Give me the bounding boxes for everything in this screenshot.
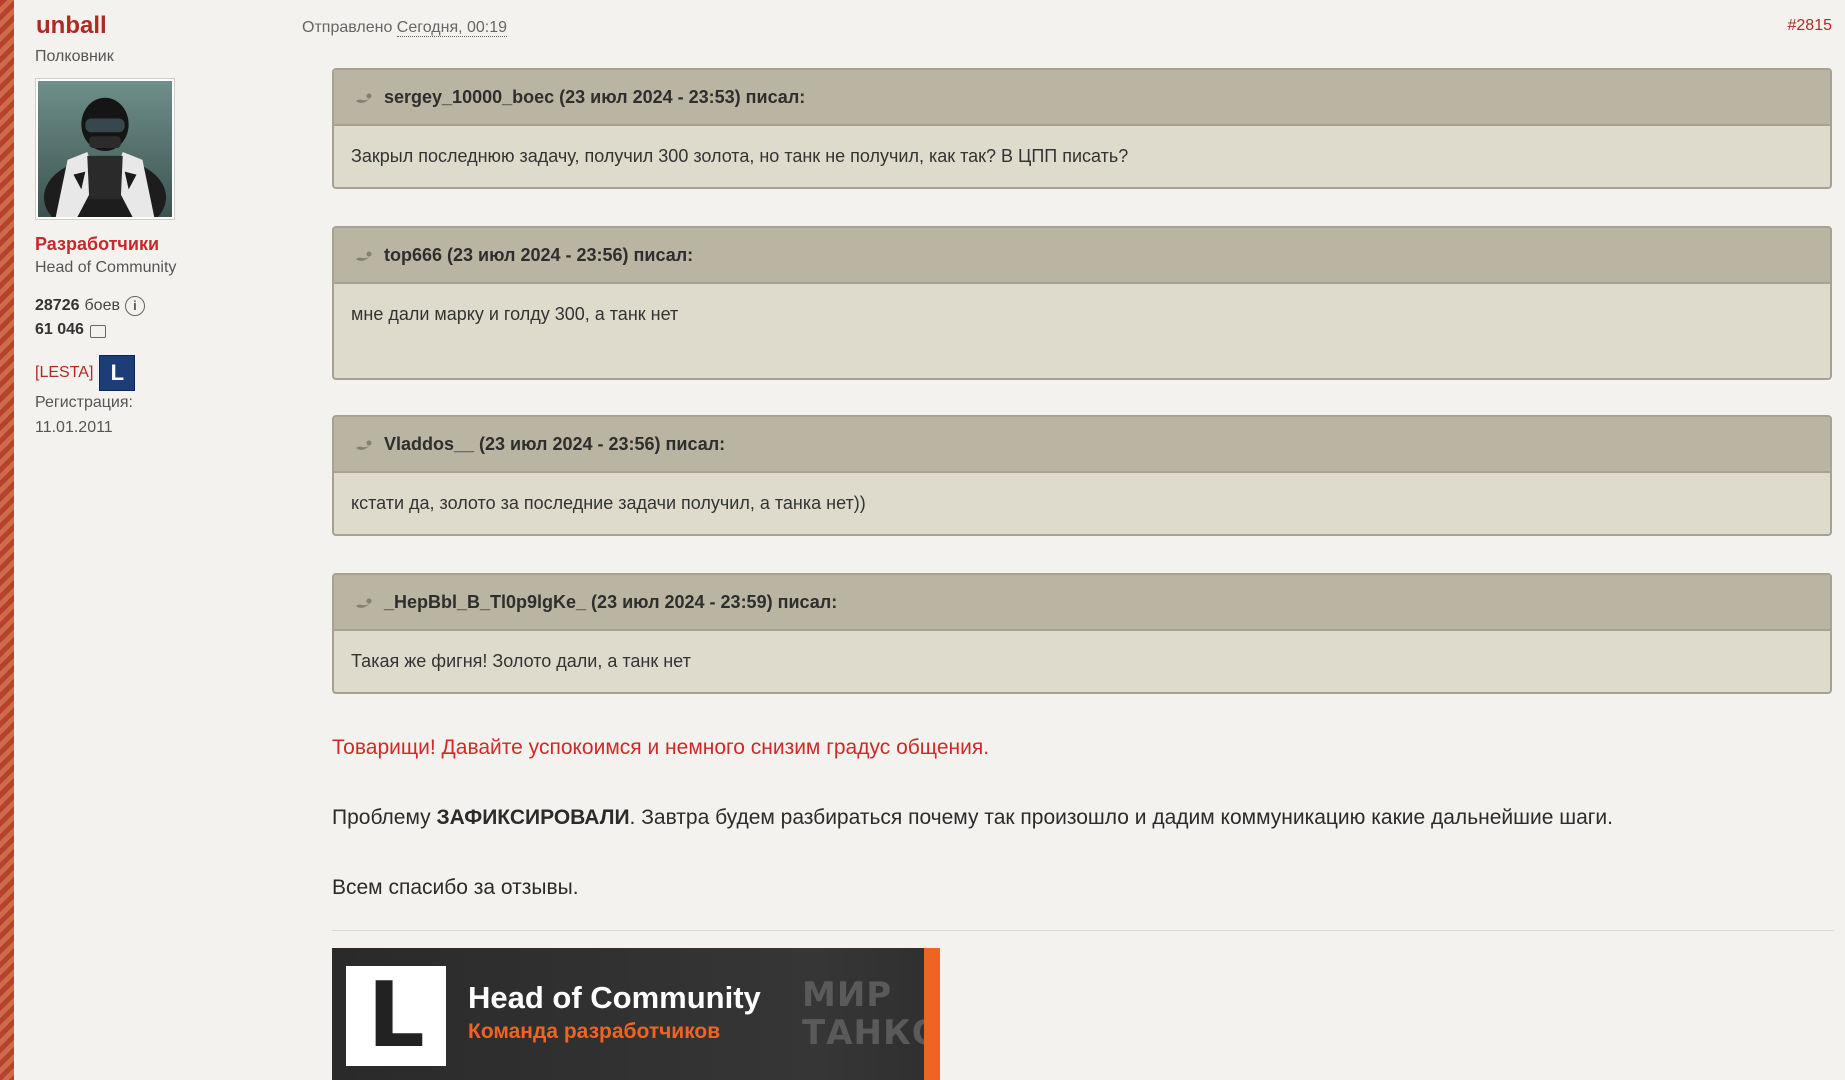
avatar[interactable]	[35, 78, 175, 220]
post-text-prefix: Проблему	[332, 806, 437, 829]
post-paragraph: Проблему ЗАФИКСИРОВАЛИ. Завтра будем раз…	[332, 806, 1613, 830]
quote-header: _HepBbl_B_Tl0p9lgKe_ (23 июл 2024 - 23:5…	[334, 575, 1830, 631]
quote-author: top666 (23 июл 2024 - 23:56) писал:	[384, 244, 694, 265]
moderator-warning: Товарищи! Давайте успокоимся и немного с…	[332, 736, 990, 759]
signature-accent-stripe	[924, 948, 940, 1080]
quote-icon	[356, 598, 372, 608]
logo-letter: L	[367, 963, 425, 1068]
sent-date: Сегодня, 00:19	[396, 19, 508, 37]
author-group: Разработчики	[35, 234, 160, 254]
speech-bubble-icon	[89, 324, 106, 338]
sent-label: Отправлено	[302, 19, 393, 36]
post-thanks: Всем спасибо за отзывы.	[332, 876, 579, 899]
clan-link[interactable]: [LESTA] L	[35, 355, 136, 391]
posts-count: 61 046	[35, 321, 84, 338]
quote-header: top666 (23 июл 2024 - 23:56) писал:	[334, 228, 1830, 284]
post-meta: Отправлено Сегодня, 00:19	[302, 19, 508, 37]
battles-label: боев	[84, 297, 120, 314]
quote-author: sergey_10000_boec (23 июл 2024 - 23:53) …	[384, 86, 806, 107]
quote-text: Такая же фигня! Золото дали, а танк нет	[351, 651, 691, 671]
battles-count: 28726	[35, 297, 80, 314]
avatar-image	[38, 81, 172, 217]
quote-text: Закрыл последнюю задачу, получил 300 зол…	[351, 146, 1129, 166]
quote-block: _HepBbl_B_Tl0p9lgKe_ (23 июл 2024 - 23:5…	[332, 573, 1832, 694]
quote-header: Vladdos__ (23 июл 2024 - 23:56) писал:	[334, 417, 1830, 473]
info-circle-icon[interactable]: i	[124, 296, 145, 316]
author-name[interactable]: unball	[36, 12, 107, 40]
battles-stat: 28726 боев i	[35, 296, 145, 316]
quote-text: кстати да, золото за последние задачи по…	[351, 493, 866, 513]
author-title: Head of Community	[35, 259, 177, 276]
registration-label: Регистрация:	[35, 394, 133, 411]
clan-tag: [LESTA]	[35, 364, 94, 381]
quote-icon	[356, 251, 372, 261]
quote-icon	[356, 93, 372, 103]
quote-block: Vladdos__ (23 июл 2024 - 23:56) писал: к…	[332, 415, 1832, 536]
quote-author: _HepBbl_B_Tl0p9lgKe_ (23 июл 2024 - 23:5…	[384, 591, 838, 612]
posts-stat: 61 046	[35, 321, 106, 339]
brand-line-1: МИР	[802, 975, 893, 1015]
quote-block: top666 (23 июл 2024 - 23:56) писал: мне …	[332, 226, 1832, 380]
brand-line-2: ТАНКОВ	[802, 1013, 940, 1053]
quote-block: sergey_10000_boec (23 июл 2024 - 23:53) …	[332, 68, 1832, 189]
quote-header: sergey_10000_boec (23 июл 2024 - 23:53) …	[334, 70, 1830, 126]
signature-subtitle: Команда разработчиков	[468, 1020, 721, 1043]
post-text-suffix: . Завтра будем разбираться почему так пр…	[629, 806, 1613, 829]
quote-author: Vladdos__ (23 июл 2024 - 23:56) писал:	[384, 433, 726, 454]
quote-text: мне дали марку и голду 300, а танк нет	[351, 304, 679, 324]
quote-icon	[356, 440, 372, 450]
signature-title: Head of Community	[468, 980, 761, 1015]
lesta-logo-icon: L	[346, 966, 446, 1066]
left-decorative-stripe	[0, 0, 14, 1080]
registration-date: 11.01.2011	[35, 419, 113, 436]
brand-logo: МИР ТАНКОВ	[802, 976, 940, 1052]
clan-badge-icon: L	[99, 355, 136, 391]
post-text-bold: ЗАФИКСИРОВАЛИ	[436, 806, 630, 829]
post-number-link[interactable]: #2815	[1788, 17, 1833, 35]
signature-banner: L Head of Community Команда разработчико…	[332, 948, 940, 1080]
author-rank: Полковник	[35, 48, 114, 65]
signature-divider	[332, 930, 1834, 931]
